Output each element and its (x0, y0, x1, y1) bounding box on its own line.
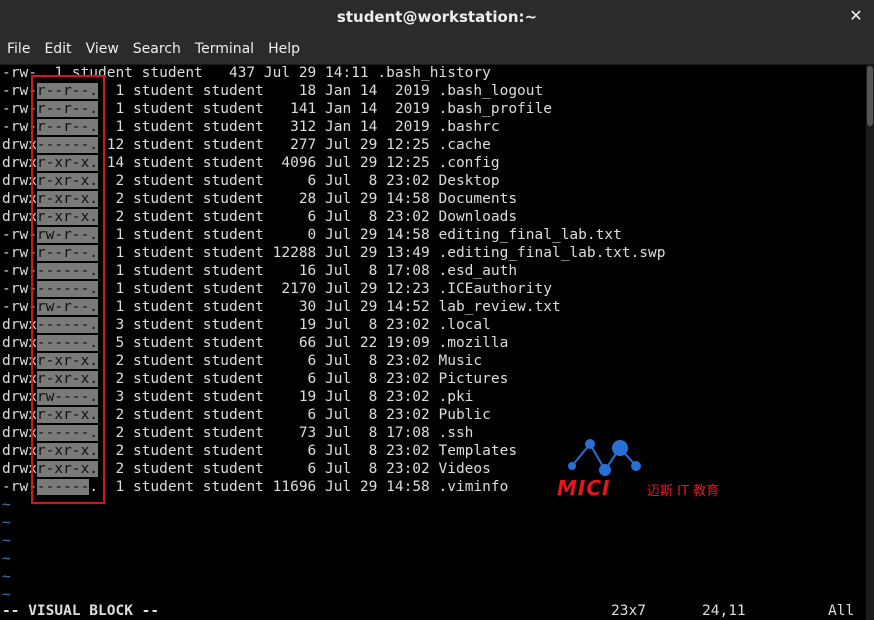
highlight-box (31, 75, 105, 504)
close-icon[interactable]: ✕ (848, 8, 864, 24)
file-details: 2 student student 28 Jul 29 14:58 Docume… (98, 191, 518, 207)
cursor-position: 24,11 (702, 603, 746, 619)
file-details: 1 student student 30 Jul 29 14:52 lab_re… (98, 299, 561, 315)
file-details: 1 student student 2170 Jul 29 12:23 .ICE… (98, 281, 552, 297)
file-details: 1 student student 0 Jul 29 14:58 editing… (98, 227, 622, 243)
mode-indicator: -- VISUAL BLOCK -- (2, 603, 160, 619)
menu-file[interactable]: File (0, 34, 37, 64)
file-details: 1 student student 312 Jan 14 2019 .bashr… (98, 119, 500, 135)
empty-line-tilde: ~ (2, 515, 11, 531)
file-details: 5 student student 66 Jul 22 19:09 .mozil… (98, 335, 509, 351)
file-details: 1 student student 141 Jan 14 2019 .bash_… (98, 101, 552, 117)
scrollbar[interactable] (866, 64, 874, 620)
selection-size: 23x7 (611, 603, 646, 619)
file-details: 2 student student 6 Jul 8 23:02 Download… (98, 209, 518, 225)
empty-line-tilde: ~ (2, 569, 11, 585)
file-details: 2 student student 6 Jul 8 23:02 Music (98, 353, 483, 369)
vim-status-line: -- VISUAL BLOCK -- 23x7 24,11 All (0, 602, 866, 620)
file-details: 2 student student 6 Jul 8 23:02 Desktop (98, 173, 500, 189)
menu-terminal[interactable]: Terminal (188, 34, 261, 64)
file-details: 12 student student 277 Jul 29 12:25 .cac… (98, 137, 491, 153)
brand-name: MICI (557, 476, 611, 500)
file-details: 14 student student 4096 Jul 29 12:25 .co… (98, 155, 500, 171)
terminal-area[interactable]: -rw- 1 student student 437 Jul 29 14:11 … (0, 64, 866, 620)
file-details: 1 student student 12288 Jul 29 13:49 .ed… (98, 245, 666, 261)
menu-view[interactable]: View (79, 34, 126, 64)
file-details: 1 student student 437 Jul 29 14:11 .bash… (36, 65, 491, 81)
menu-help[interactable]: Help (261, 34, 307, 64)
empty-line-tilde: ~ (2, 497, 11, 513)
scroll-position: All (828, 603, 855, 619)
menu-bar: File Edit View Search Terminal Help (0, 34, 874, 65)
file-details: 1 student student 18 Jan 14 2019 .bash_l… (98, 83, 544, 99)
file-details: 2 student student 6 Jul 8 23:02 Pictures (98, 371, 509, 387)
menu-search[interactable]: Search (126, 34, 188, 64)
file-details: 2 student student 6 Jul 8 23:02 Videos (98, 461, 491, 477)
brand-subtitle: 迈斯 IT 教育 (647, 484, 720, 499)
empty-line-tilde: ~ (2, 533, 11, 549)
file-details: 3 student student 19 Jul 8 23:02 .pki (98, 389, 474, 405)
network-logo-icon (568, 439, 641, 476)
file-details: 3 student student 19 Jul 8 23:02 .local (98, 317, 491, 333)
file-details: 2 student student 73 Jul 8 17:08 .ssh (98, 425, 474, 441)
file-details: 2 student student 6 Jul 8 23:02 Template… (98, 443, 518, 459)
menu-edit[interactable]: Edit (37, 34, 78, 64)
file-details: 2 student student 6 Jul 8 23:02 Public (98, 407, 491, 423)
scrollbar-thumb[interactable] (867, 66, 873, 126)
window-titlebar: student@workstation:~ ✕ (0, 0, 874, 34)
brand-watermark: MICI 迈斯 IT 教育 (555, 436, 730, 500)
file-details: 1 student student 16 Jul 8 17:08 .esd_au… (98, 263, 518, 279)
empty-line-tilde: ~ (2, 551, 11, 567)
window-title: student@workstation:~ (336, 8, 538, 26)
file-details: . 1 student student 11696 Jul 29 14:58 .… (89, 479, 509, 495)
